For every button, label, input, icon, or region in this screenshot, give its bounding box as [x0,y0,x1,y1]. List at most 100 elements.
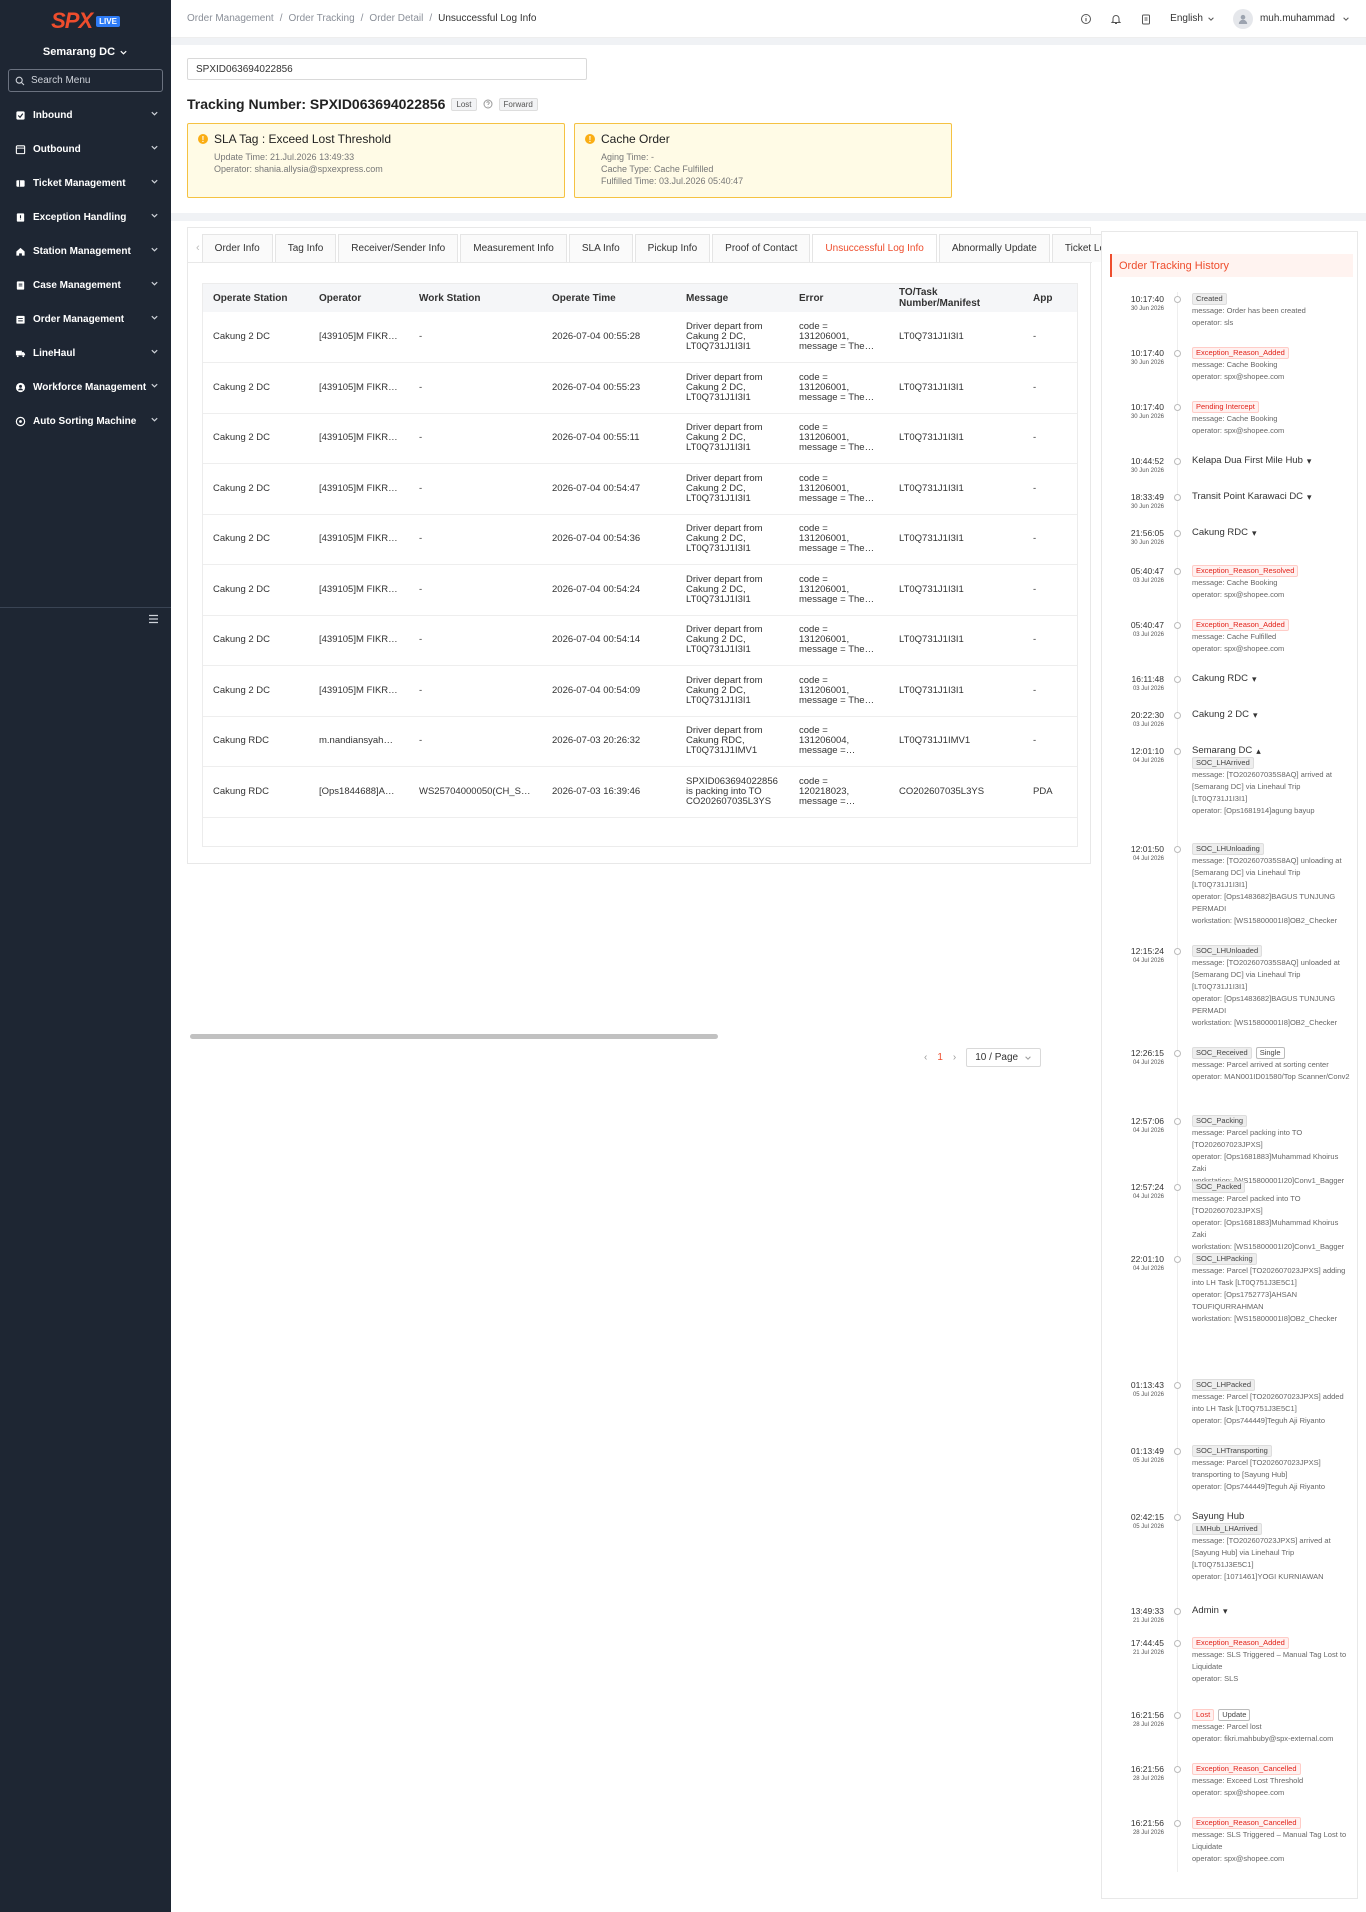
table-cell: Cakung RDC [203,716,309,767]
chevron-down-icon[interactable]: ▾ [1253,709,1258,721]
chevron-down-icon[interactable]: ▾ [1307,455,1312,467]
sidebar-item-order-management[interactable]: Order Management [0,302,171,336]
table-cell: - [409,665,542,717]
event-time: 12:57:24 [1130,1182,1164,1192]
event-date: 03 Jul 2026 [1132,578,1164,584]
collapse-menu-icon[interactable] [148,614,159,627]
column-header: Work Station [409,284,542,312]
cell-text: [439105]M FIKRI RAMADHAN [319,534,399,545]
logo[interactable]: SPX LIVE [0,0,171,42]
chevron-down-icon[interactable]: ▾ [1307,491,1312,503]
event-date: 30 Jun 2026 [1130,468,1164,474]
sidebar-item-linehaul[interactable]: LineHaul [0,336,171,370]
table-cell: Cakung 2 DC [203,362,309,414]
sidebar-item-auto-sorting-machine[interactable]: Auto Sorting Machine [0,404,171,438]
search-menu-input[interactable]: Search Menu [8,69,163,92]
tracking-search-input[interactable]: SPXID063694022856 [187,58,587,80]
sidebar-item-case-management[interactable]: Case Management [0,268,171,302]
info-icon[interactable] [1080,13,1092,25]
table-cell: [439105]M FIKRI RAMADHAN [309,413,409,464]
event-date: 28 Jul 2026 [1132,1722,1164,1728]
sidebar-item-inbound[interactable]: Inbound [0,98,171,132]
user-menu[interactable]: muh.muhammad [1232,8,1350,29]
event-date: 04 Jul 2026 [1132,1194,1164,1200]
timeline-dot [1174,712,1181,719]
tab-tag-info[interactable]: Tag Info [274,234,337,262]
cell-text: Cakung 2 DC [213,332,271,342]
separator [171,213,1366,221]
event-line: message: Parcel [TO202607023JPXS] added … [1192,1392,1344,1413]
chevron-down-icon[interactable]: ▾ [1223,1605,1228,1617]
cell-text: code = 131206001, message = The trip has… [799,423,870,454]
event-line: operator: [Ops744449]Teguh Aji Riyanto [1192,1416,1326,1425]
tab-measurement-info[interactable]: Measurement Info [460,234,567,262]
sidebar-item-exception-handling[interactable]: Exception Handling [0,200,171,234]
chevron-down-icon[interactable]: ▾ [1252,673,1257,685]
sidebar-item-station-management[interactable]: Station Management [0,234,171,268]
clipboard-icon[interactable] [1140,13,1152,25]
tab-order-info[interactable]: Order Info [201,234,273,262]
history-title: Order Tracking History [1110,254,1353,277]
table-cell: CO202607035L3YS [889,766,1023,818]
event-time: 01:13:43 [1130,1380,1164,1390]
tab-unsuccessful-log-info[interactable]: Unsuccessful Log Info [812,234,937,262]
cell-text: SPXID063694022856 is packing into TO CO2… [686,776,778,807]
table-cell: code = 131206004, message = System error… [789,716,889,767]
page-size-select[interactable]: 10 / Page [966,1048,1042,1067]
table-cell: - [409,564,542,616]
cell-text: Cakung 2 DC [213,685,271,696]
chevron-down-icon [150,381,159,393]
sidebar-item-outbound[interactable]: Outbound [0,132,171,166]
breadcrumb-item[interactable]: Order Tracking [289,13,355,24]
chevron-down-icon [150,143,159,155]
sidebar-item-ticket-management[interactable]: Ticket Management [0,166,171,200]
search-value: SPXID063694022856 [196,63,293,75]
event-line: operator: [Ops1483682]BAGUS TUNJUNG PERM… [1192,994,1336,1015]
chevron-down-icon[interactable]: ▾ [1252,527,1257,539]
event-header[interactable]: Transit Point Karawaci DC ▾ [1192,491,1354,503]
event-header[interactable]: Semarang DC ▴ [1192,745,1354,757]
bell-icon[interactable] [1110,13,1122,25]
event-body: Exception_Reason_Added message: Cache Boo… [1192,347,1354,383]
chevron-up-icon[interactable]: ▴ [1256,745,1261,757]
horizontal-scrollbar[interactable] [190,1034,718,1039]
event-line: message: Parcel [TO202607023JPXS] transp… [1192,1458,1321,1479]
next-page-icon[interactable]: › [953,1052,956,1063]
cell-text: Cakung 2 DC [213,433,271,444]
truck-icon [14,347,26,359]
tab-receiver-sender-info[interactable]: Receiver/Sender Info [338,234,459,262]
timeline-dot [1174,1766,1181,1773]
event-date: 03 Jul 2026 [1132,686,1164,692]
event-header[interactable]: Cakung RDC ▾ [1192,673,1354,685]
tab-sla-info[interactable]: SLA Info [568,234,633,262]
table-cell: [439105]M FIKRI RAMADHAN [309,514,409,565]
event-header[interactable]: Cakung RDC ▾ [1192,527,1354,539]
event-time: 12:57:06 [1130,1116,1164,1126]
breadcrumb-item[interactable]: Order Management [187,13,274,24]
event-time: 02:42:15 [1130,1512,1164,1522]
tab-abnormally-update[interactable]: Abnormally Update [938,234,1050,262]
event-location: Cakung RDC [1192,673,1248,684]
tab-scroll-left-icon[interactable]: ‹ [196,234,200,262]
event-body: SOC_LHUnloaded message: [TO202607035S8AQ]… [1192,945,1354,1029]
status-badge: SOC_Received [1192,1047,1252,1059]
event-header[interactable]: Kelapa Dua First Mile Hub ▾ [1192,455,1354,467]
tab-proof-of-contact[interactable]: Proof of Contact [712,234,811,262]
sidebar-item-workforce-management[interactable]: Workforce Management [0,370,171,404]
cell-text: PDA [1033,786,1053,797]
tab-pickup-info[interactable]: Pickup Info [634,234,711,262]
event-header[interactable]: Admin ▾ [1192,1605,1354,1617]
help-icon[interactable] [483,99,493,109]
prev-page-icon[interactable]: ‹ [924,1052,927,1063]
timeline-dot [1174,1050,1181,1057]
event-header[interactable]: Cakung 2 DC ▾ [1192,709,1354,721]
language-selector[interactable]: English [1170,13,1215,24]
event-body: Exception_Reason_Resolved message: Cache … [1192,565,1354,601]
breadcrumb-item[interactable]: Order Detail [369,13,423,24]
event-body: Sayung Hub LMHub_LHArrived message: [TO202… [1192,1511,1354,1583]
page-number[interactable]: 1 [937,1052,943,1063]
chevron-down-icon [1025,1055,1031,1060]
table-cell: [439105]M FIKRI RAMADHAN [309,463,409,515]
event-time: 05:40:47 [1130,566,1164,576]
dc-selector[interactable]: Semarang DC [0,42,171,62]
